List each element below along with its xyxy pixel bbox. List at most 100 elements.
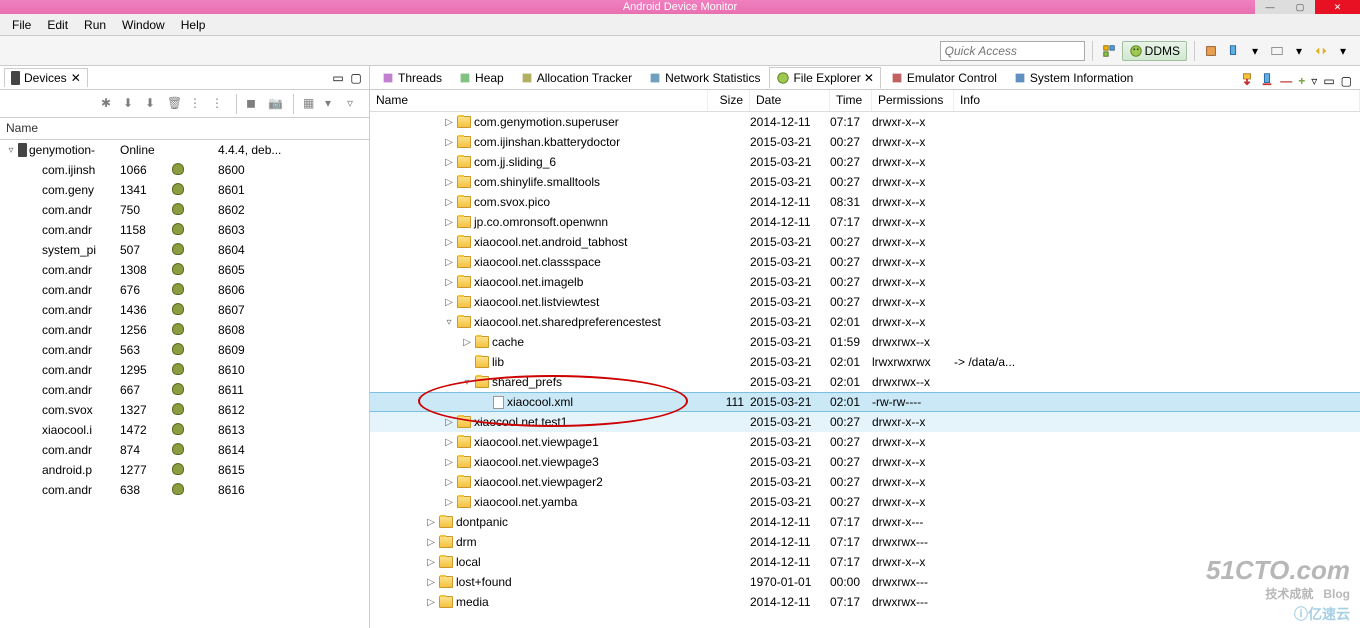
col-size[interactable]: Size	[708, 90, 750, 111]
pull-file-icon[interactable]	[1240, 72, 1254, 89]
file-row[interactable]: ▷xiaocool.net.listviewtest2015-03-2100:2…	[370, 292, 1360, 312]
file-row[interactable]: xiaocool.xml1112015-03-2102:01-rw-rw----	[370, 392, 1360, 412]
process-row[interactable]: com.andr6388616	[0, 480, 369, 500]
file-row[interactable]: ▷xiaocool.net.viewpage12015-03-2100:27dr…	[370, 432, 1360, 452]
process-row[interactable]: com.andr8748614	[0, 440, 369, 460]
process-row[interactable]: com.andr11588603	[0, 220, 369, 240]
file-row[interactable]: ▷lost+found1970-01-0100:00drwxrwx---	[370, 572, 1360, 592]
file-row[interactable]: ▷xiaocool.net.android_tabhost2015-03-210…	[370, 232, 1360, 252]
file-row[interactable]: ▷xiaocool.net.viewpager22015-03-2100:27d…	[370, 472, 1360, 492]
process-row[interactable]: com.andr13088605	[0, 260, 369, 280]
open-perspective-icon[interactable]	[1100, 42, 1118, 60]
quick-access-input[interactable]	[940, 41, 1085, 61]
minimize-icon[interactable]: ▭	[1323, 74, 1334, 88]
devices-tab[interactable]: Devices ✕	[4, 68, 88, 87]
process-row[interactable]: com.ijinsh10668600	[0, 160, 369, 180]
file-row[interactable]: ▷xiaocool.net.viewpage32015-03-2100:27dr…	[370, 452, 1360, 472]
tool-icon-6[interactable]	[1312, 42, 1330, 60]
maximize-view-icon[interactable]: ▢	[347, 69, 365, 87]
file-row[interactable]: ▷dontpanic2014-12-1107:17drwxr-x---	[370, 512, 1360, 532]
ddms-perspective-button[interactable]: DDMS	[1122, 41, 1187, 61]
process-row[interactable]: system_pi5078604	[0, 240, 369, 260]
folder-icon	[457, 116, 471, 128]
menu-help[interactable]: Help	[173, 16, 214, 34]
menu-run[interactable]: Run	[76, 16, 114, 34]
menu-edit[interactable]: Edit	[39, 16, 76, 34]
device-root[interactable]: ▿genymotion-Online4.4.4, deb...	[0, 140, 369, 160]
file-row[interactable]: ▷com.shinylife.smalltools2015-03-2100:27…	[370, 172, 1360, 192]
gc-icon[interactable]: 🗑	[167, 96, 183, 112]
process-row[interactable]: com.andr5638609	[0, 340, 369, 360]
file-row[interactable]: ▷media2014-12-1107:17drwxrwx---	[370, 592, 1360, 612]
tool-icon-7[interactable]: ▾	[1334, 42, 1352, 60]
process-row[interactable]: com.andr6768606	[0, 280, 369, 300]
col-info[interactable]: Info	[954, 90, 1360, 111]
file-row[interactable]: ▷jp.co.omronsoft.openwnn2014-12-1107:17d…	[370, 212, 1360, 232]
method-profile-icon[interactable]: ⋮	[211, 96, 227, 112]
tab-allocation-tracker[interactable]: Allocation Tracker	[513, 67, 639, 89]
window-titlebar: Android Device Monitor — ▢ ✕	[0, 0, 1360, 14]
bug-icon	[172, 223, 184, 235]
minimize-view-icon[interactable]: ▭	[329, 69, 347, 87]
push-file-icon[interactable]	[1260, 72, 1274, 89]
file-row[interactable]: ▷xiaocool.net.classspace2015-03-2100:27d…	[370, 252, 1360, 272]
debug-icon[interactable]: ✱	[101, 96, 117, 112]
tab-system-information[interactable]: System Information	[1006, 67, 1140, 89]
tab-heap[interactable]: Heap	[451, 67, 511, 89]
process-row[interactable]: android.p12778615	[0, 460, 369, 480]
tool-icon-5[interactable]: ▾	[1290, 42, 1308, 60]
add-icon[interactable]: +	[1298, 74, 1305, 88]
file-row[interactable]: ▿shared_prefs2015-03-2102:01drwxrwx--x	[370, 372, 1360, 392]
process-row[interactable]: xiaocool.i14728613	[0, 420, 369, 440]
maximize-icon[interactable]: ▢	[1341, 74, 1352, 88]
tool-icon-1[interactable]	[1202, 42, 1220, 60]
col-date[interactable]: Date	[750, 90, 830, 111]
view-menu-icon[interactable]: ▿	[1311, 74, 1317, 88]
minimize-button[interactable]: —	[1255, 0, 1285, 14]
tab-emulator-control[interactable]: Emulator Control	[883, 67, 1004, 89]
file-row[interactable]: ▷xiaocool.net.imagelb2015-03-2100:27drwx…	[370, 272, 1360, 292]
folder-icon	[439, 596, 453, 608]
tool-icon-2[interactable]	[1224, 42, 1242, 60]
update-heap-icon[interactable]: ⬇	[123, 96, 139, 112]
tool-icon-3[interactable]: ▾	[1246, 42, 1264, 60]
maximize-button[interactable]: ▢	[1285, 0, 1315, 14]
close-button[interactable]: ✕	[1315, 0, 1360, 14]
tool-icon-4[interactable]	[1268, 42, 1286, 60]
delete-icon[interactable]: —	[1280, 74, 1292, 88]
file-row[interactable]: ▷cache2015-03-2101:59drwxrwx--x	[370, 332, 1360, 352]
process-row[interactable]: com.andr14368607	[0, 300, 369, 320]
process-row[interactable]: com.andr12568608	[0, 320, 369, 340]
col-perm[interactable]: Permissions	[872, 90, 954, 111]
dump-hprof-icon[interactable]: ⬇	[145, 96, 161, 112]
capture-icon[interactable]: ▦	[303, 96, 319, 112]
file-row[interactable]: ▿xiaocool.net.sharedpreferencestest2015-…	[370, 312, 1360, 332]
file-row[interactable]: ▷com.jj.sliding_62015-03-2100:27drwxr-x-…	[370, 152, 1360, 172]
tab-file-explorer[interactable]: File Explorer ✕	[769, 67, 880, 89]
folder-icon	[457, 136, 471, 148]
col-time[interactable]: Time	[830, 90, 872, 111]
process-row[interactable]: com.andr7508602	[0, 200, 369, 220]
camera-icon[interactable]: 📷	[268, 96, 284, 112]
process-row[interactable]: com.andr12958610	[0, 360, 369, 380]
tab-network-statistics[interactable]: Network Statistics	[641, 67, 767, 89]
process-row[interactable]: com.svox13278612	[0, 400, 369, 420]
file-row[interactable]: ▷local2014-12-1107:17drwxr-x--x	[370, 552, 1360, 572]
process-row[interactable]: com.andr6678611	[0, 380, 369, 400]
menu-icon[interactable]: ▿	[347, 96, 363, 112]
file-row[interactable]: ▷drm2014-12-1107:17drwxrwx---	[370, 532, 1360, 552]
file-row[interactable]: lib2015-03-2102:01lrwxrwxrwx-> /data/a..…	[370, 352, 1360, 372]
systrace-icon[interactable]: ▾	[325, 96, 341, 112]
file-row[interactable]: ▷com.ijinshan.kbatterydoctor2015-03-2100…	[370, 132, 1360, 152]
file-row[interactable]: ▷com.genymotion.superuser2014-12-1107:17…	[370, 112, 1360, 132]
process-row[interactable]: com.geny13418601	[0, 180, 369, 200]
thread-icon[interactable]: ⋮	[189, 96, 205, 112]
file-row[interactable]: ▷xiaocool.net.yamba2015-03-2100:27drwxr-…	[370, 492, 1360, 512]
menu-window[interactable]: Window	[114, 16, 173, 34]
col-name[interactable]: Name	[370, 90, 708, 111]
tab-threads[interactable]: Threads	[374, 67, 449, 89]
menu-file[interactable]: File	[4, 16, 39, 34]
stop-icon[interactable]: ◼	[246, 96, 262, 112]
file-row[interactable]: ▷xiaocool.net.test12015-03-2100:27drwxr-…	[370, 412, 1360, 432]
file-row[interactable]: ▷com.svox.pico2014-12-1108:31drwxr-x--x	[370, 192, 1360, 212]
